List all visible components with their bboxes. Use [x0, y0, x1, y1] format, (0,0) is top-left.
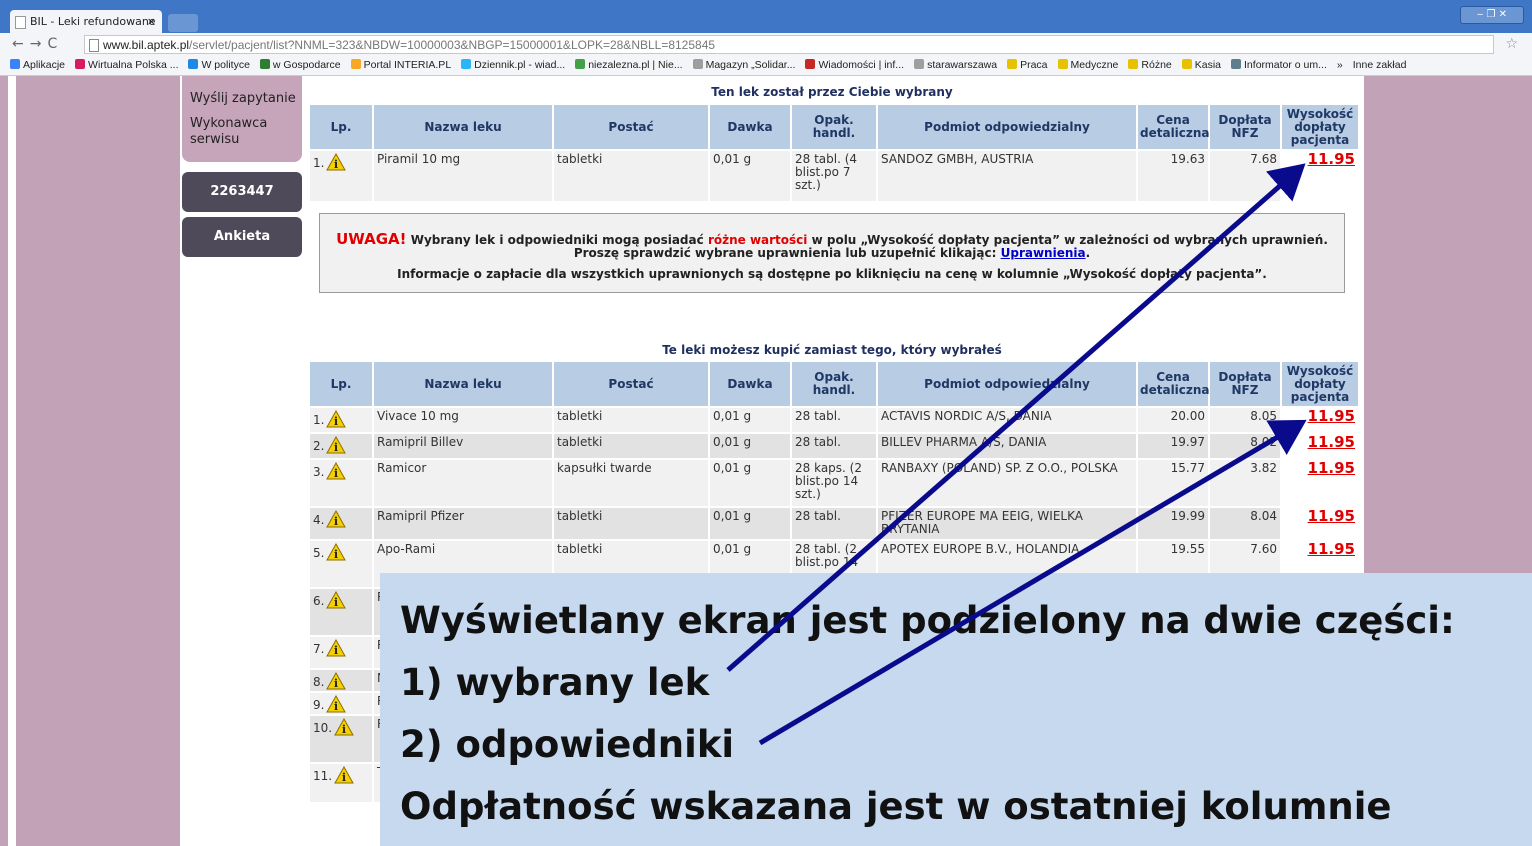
arrow-to-alternatives — [758, 419, 1307, 746]
annotation-arrows — [726, 163, 1307, 746]
